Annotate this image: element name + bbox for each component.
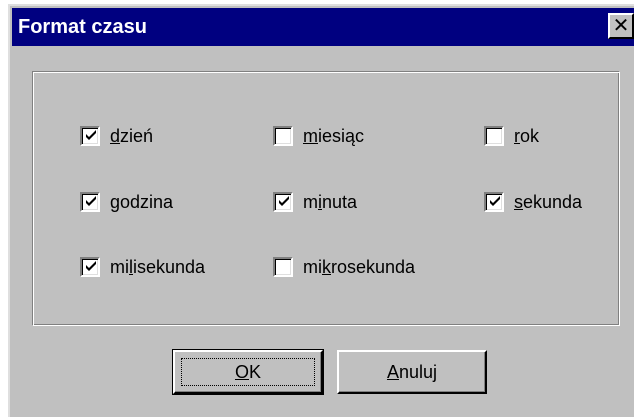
close-button[interactable]: ✕	[608, 13, 634, 39]
checkbox-dzien[interactable]: dzień	[80, 123, 153, 149]
checkbox-milisekunda[interactable]: milisekunda	[80, 254, 205, 280]
checkbox-label: godzina	[110, 192, 174, 212]
checkbox-label: milisekunda	[110, 257, 206, 277]
checkbox-label: sekunda	[514, 192, 583, 212]
checkmark-icon	[279, 196, 289, 206]
checkmark-icon	[86, 196, 96, 206]
title-bar: Format czasu ✕	[12, 8, 634, 46]
window-title: Format czasu	[18, 16, 147, 38]
checkbox-box[interactable]	[273, 126, 293, 146]
checkbox-box[interactable]	[273, 257, 293, 277]
cancel-button-label: Anuluj	[386, 361, 438, 382]
checkmark-icon	[490, 196, 500, 206]
checkbox-minuta[interactable]: minuta	[273, 189, 357, 215]
checkbox-box[interactable]	[80, 257, 100, 277]
checkbox-label: mikrosekunda	[303, 257, 416, 277]
checkbox-label: rok	[514, 126, 540, 146]
checkbox-label: minuta	[303, 192, 358, 212]
checkmark-icon	[86, 130, 96, 140]
cancel-button[interactable]: Anuluj	[337, 350, 487, 394]
close-icon: ✕	[612, 15, 630, 37]
dialog-window: Format czasu ✕ dzień miesiąc rok godzina…	[8, 4, 634, 417]
checkmark-icon	[86, 261, 96, 271]
checkbox-label: dzień	[110, 126, 154, 146]
focus-rectangle	[181, 358, 315, 386]
checkbox-box[interactable]	[484, 192, 504, 212]
checkbox-box[interactable]	[484, 126, 504, 146]
checkbox-mikrosekunda[interactable]: mikrosekunda	[273, 254, 415, 280]
checkbox-label: miesiąc	[303, 126, 365, 146]
checkbox-sekunda[interactable]: sekunda	[484, 189, 582, 215]
checkbox-box[interactable]	[80, 192, 100, 212]
ok-button[interactable]: OK	[172, 349, 324, 395]
checkbox-miesiac[interactable]: miesiąc	[273, 123, 364, 149]
checkbox-rok[interactable]: rok	[484, 123, 539, 149]
checkbox-box[interactable]	[273, 192, 293, 212]
checkbox-godzina[interactable]: godzina	[80, 189, 173, 215]
checkbox-box[interactable]	[80, 126, 100, 146]
